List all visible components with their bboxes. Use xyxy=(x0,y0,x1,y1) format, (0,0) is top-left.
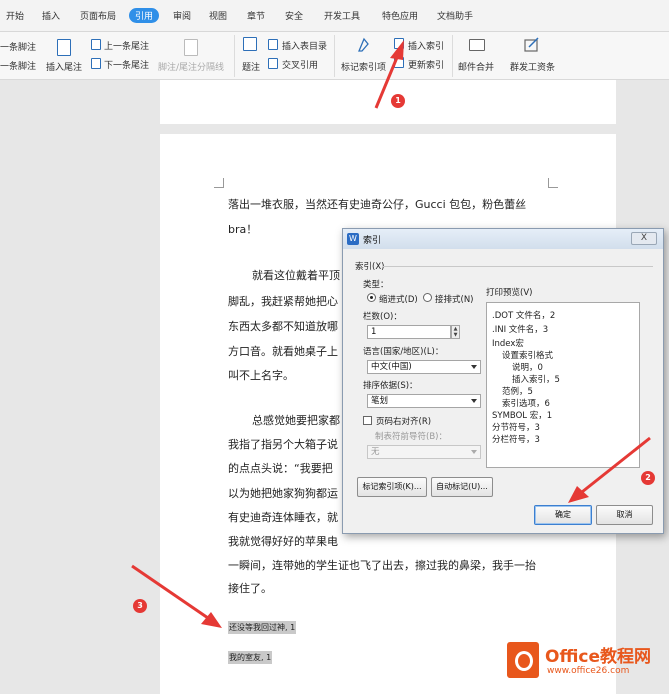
step-badge: 2 xyxy=(641,471,655,485)
watermark-name: Office教程网 xyxy=(545,647,652,667)
step-badge: 1 xyxy=(391,94,405,108)
watermark-url: www.office26.com xyxy=(547,666,630,676)
office-logo-icon xyxy=(507,642,539,678)
annotation-arrows xyxy=(131,40,651,628)
step-badge: 3 xyxy=(133,599,147,613)
watermark: Office教程网 www.office26.com xyxy=(503,636,669,689)
